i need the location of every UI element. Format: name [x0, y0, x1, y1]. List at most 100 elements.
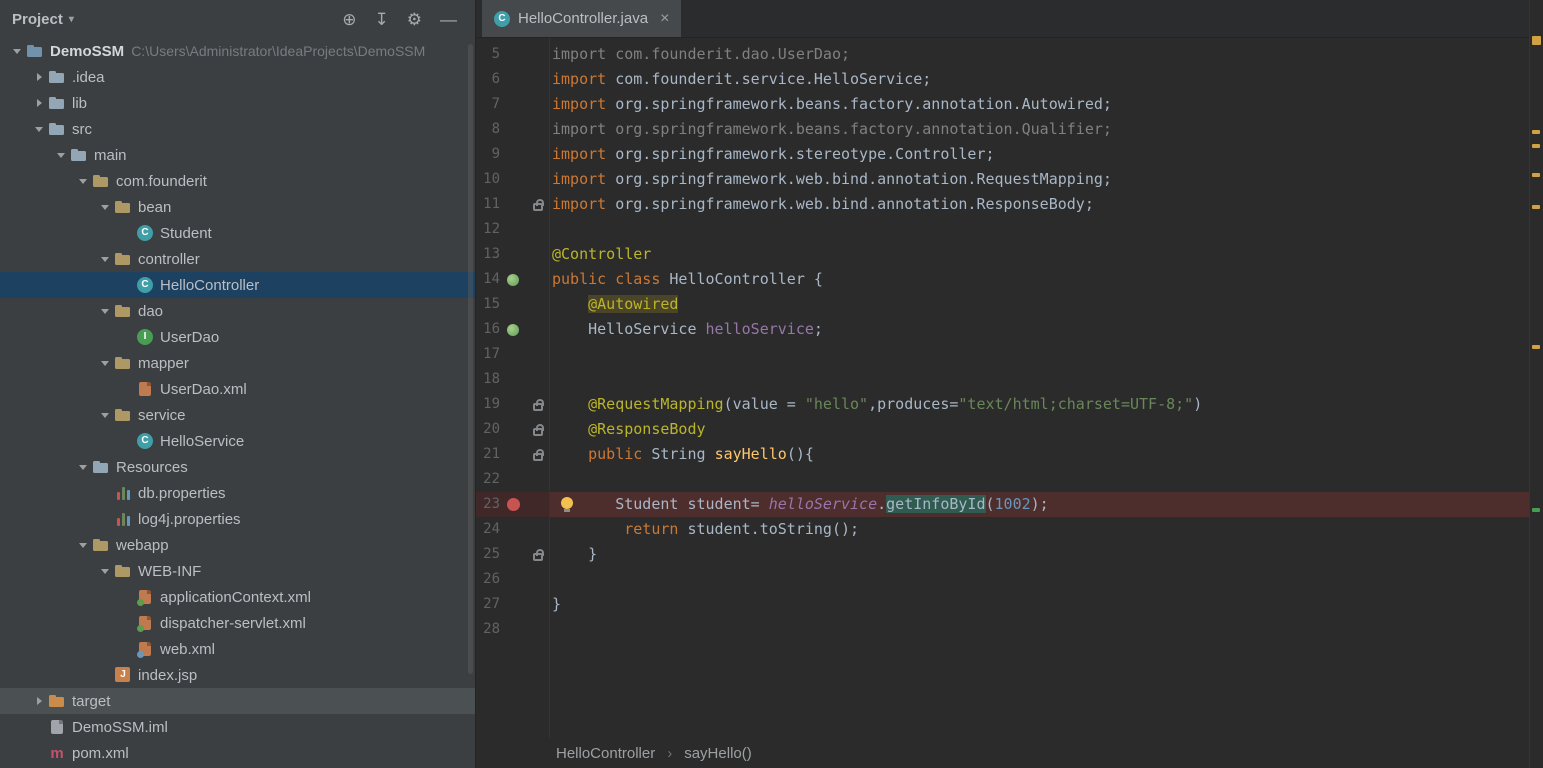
breakpoint-icon[interactable] [507, 498, 520, 511]
code-line[interactable]: 18 [476, 367, 1543, 392]
collapse-arrow-icon[interactable] [30, 116, 48, 142]
code-line[interactable]: 23 Student student= helloService.getInfo… [476, 492, 1543, 517]
code-line-text[interactable] [549, 367, 1543, 392]
code-line[interactable]: 19 @RequestMapping(value = "hello",produ… [476, 392, 1543, 417]
spring-bean-icon[interactable] [507, 274, 519, 286]
line-number[interactable]: 16 [476, 317, 500, 342]
code-line[interactable]: 26 [476, 567, 1543, 592]
tree-item-userdao[interactable]: IUserDao [0, 324, 475, 350]
tree-item-controller[interactable]: controller [0, 246, 475, 272]
line-number[interactable]: 20 [476, 417, 500, 442]
tree-item-student[interactable]: CStudent [0, 220, 475, 246]
code-line[interactable]: 13@Controller [476, 242, 1543, 267]
code-line[interactable]: 24 return student.toString(); [476, 517, 1543, 542]
code-line[interactable]: 15 @Autowired [476, 292, 1543, 317]
code-line-text[interactable]: import org.springframework.beans.factory… [549, 92, 1543, 117]
tree-item-helloservice[interactable]: CHelloService [0, 428, 475, 454]
tree-item-web-xml[interactable]: web.xml [0, 636, 475, 662]
tab-hellocontroller-java[interactable]: C HelloController.java × [482, 0, 681, 37]
expand-arrow-icon[interactable] [30, 90, 48, 116]
line-number[interactable]: 19 [476, 392, 500, 417]
code-line-text[interactable] [549, 567, 1543, 592]
gutter-marker-icon[interactable] [533, 403, 543, 411]
code-line[interactable]: 16 HelloService helloService; [476, 317, 1543, 342]
close-icon[interactable]: × [660, 10, 669, 28]
tree-item-dao[interactable]: dao [0, 298, 475, 324]
code-line[interactable]: 8 import org.springframework.beans.factor… [476, 117, 1543, 142]
code-line-text[interactable]: HelloService helloService; [549, 317, 1543, 342]
tree-item-main[interactable]: main [0, 142, 475, 168]
success-mark[interactable] [1532, 508, 1540, 512]
code-line-text[interactable]: import com.founderit.dao.UserDao; [549, 42, 1543, 67]
collapse-arrow-icon[interactable] [96, 558, 114, 584]
tree-item-target[interactable]: target [0, 688, 475, 714]
expand-arrow-icon[interactable] [30, 64, 48, 90]
collapse-arrow-icon[interactable] [96, 298, 114, 324]
warning-mark[interactable] [1532, 130, 1540, 134]
collapse-arrow-icon[interactable] [96, 350, 114, 376]
code-line[interactable]: 6 import com.founderit.service.HelloServi… [476, 67, 1543, 92]
code-line-text[interactable]: @ResponseBody [549, 417, 1543, 442]
warning-mark[interactable] [1532, 144, 1540, 148]
code-line-text[interactable]: import org.springframework.stereotype.Co… [549, 142, 1543, 167]
tree-item-demossm-iml[interactable]: DemoSSM.iml [0, 714, 475, 740]
code-line-text[interactable]: } [549, 542, 1543, 567]
line-number[interactable]: 25 [476, 542, 500, 567]
code-line[interactable]: 22 [476, 467, 1543, 492]
line-number[interactable]: 18 [476, 367, 500, 392]
code-line-text[interactable]: @RequestMapping(value = "hello",produces… [549, 392, 1543, 417]
code-line-text[interactable]: Student student= helloService.getInfoByI… [549, 492, 1543, 517]
line-number[interactable]: 10 [476, 167, 500, 192]
intention-bulb-icon[interactable] [561, 497, 573, 509]
tree-item-mapper[interactable]: mapper [0, 350, 475, 376]
locate-icon[interactable]: ⊕ [342, 11, 356, 28]
code-line-text[interactable]: import org.springframework.beans.factory… [549, 117, 1543, 142]
code-line[interactable]: 12 [476, 217, 1543, 242]
code-line[interactable]: 20 @ResponseBody [476, 417, 1543, 442]
line-number[interactable]: 8 [476, 117, 500, 142]
spring-bean-icon[interactable] [507, 324, 519, 336]
line-number[interactable]: 28 [476, 617, 500, 642]
tree-item-userdao-xml[interactable]: UserDao.xml [0, 376, 475, 402]
code-line[interactable]: 11import org.springframework.web.bind.an… [476, 192, 1543, 217]
gutter-marker-icon[interactable] [533, 553, 543, 561]
tree-item-resources[interactable]: Resources [0, 454, 475, 480]
line-number[interactable]: 27 [476, 592, 500, 617]
code-line[interactable]: 27} [476, 592, 1543, 617]
breadcrumb-method[interactable]: sayHello() [684, 745, 752, 762]
collapse-arrow-icon[interactable] [96, 194, 114, 220]
tree-scrollbar[interactable] [468, 44, 473, 674]
code-area[interactable]: 5import com.founderit.dao.UserDao;6 impor… [476, 38, 1543, 738]
tree-item-webapp[interactable]: webapp [0, 532, 475, 558]
gutter-marker-icon[interactable] [533, 203, 543, 211]
tree-item-src[interactable]: src [0, 116, 475, 142]
warning-mark[interactable] [1532, 205, 1540, 209]
error-stripe[interactable] [1529, 0, 1543, 768]
code-line-text[interactable]: import com.founderit.service.HelloServic… [549, 67, 1543, 92]
code-line[interactable]: 9 import org.springframework.stereotype.C… [476, 142, 1543, 167]
top-indicator-mark[interactable] [1532, 36, 1541, 45]
tree-item-applicationcontext-xml[interactable]: applicationContext.xml [0, 584, 475, 610]
line-number[interactable]: 11 [476, 192, 500, 217]
line-number[interactable]: 14 [476, 267, 500, 292]
code-line-text[interactable] [549, 617, 1543, 642]
gutter-marker-icon[interactable] [533, 428, 543, 436]
tree-item-hellocontroller[interactable]: CHelloController [0, 272, 475, 298]
line-number[interactable]: 23 [476, 492, 500, 517]
expand-arrow-icon[interactable] [30, 688, 48, 714]
code-line[interactable]: 25 } [476, 542, 1543, 567]
tree-item--idea[interactable]: .idea [0, 64, 475, 90]
line-number[interactable]: 6 [476, 67, 500, 92]
code-line-text[interactable]: public class HelloController { [549, 267, 1543, 292]
code-line[interactable]: 21 public String sayHello(){ [476, 442, 1543, 467]
line-number[interactable]: 12 [476, 217, 500, 242]
code-line[interactable]: 5import com.founderit.dao.UserDao; [476, 42, 1543, 67]
gutter-marker-icon[interactable] [533, 453, 543, 461]
line-number[interactable]: 9 [476, 142, 500, 167]
code-line[interactable]: 14 public class HelloController { [476, 267, 1543, 292]
settings-gear-icon[interactable]: ⚙ [407, 11, 422, 28]
code-line[interactable]: 7import org.springframework.beans.factor… [476, 92, 1543, 117]
code-line-text[interactable] [549, 217, 1543, 242]
code-line-text[interactable]: return student.toString(); [549, 517, 1543, 542]
collapse-arrow-icon[interactable] [52, 142, 70, 168]
